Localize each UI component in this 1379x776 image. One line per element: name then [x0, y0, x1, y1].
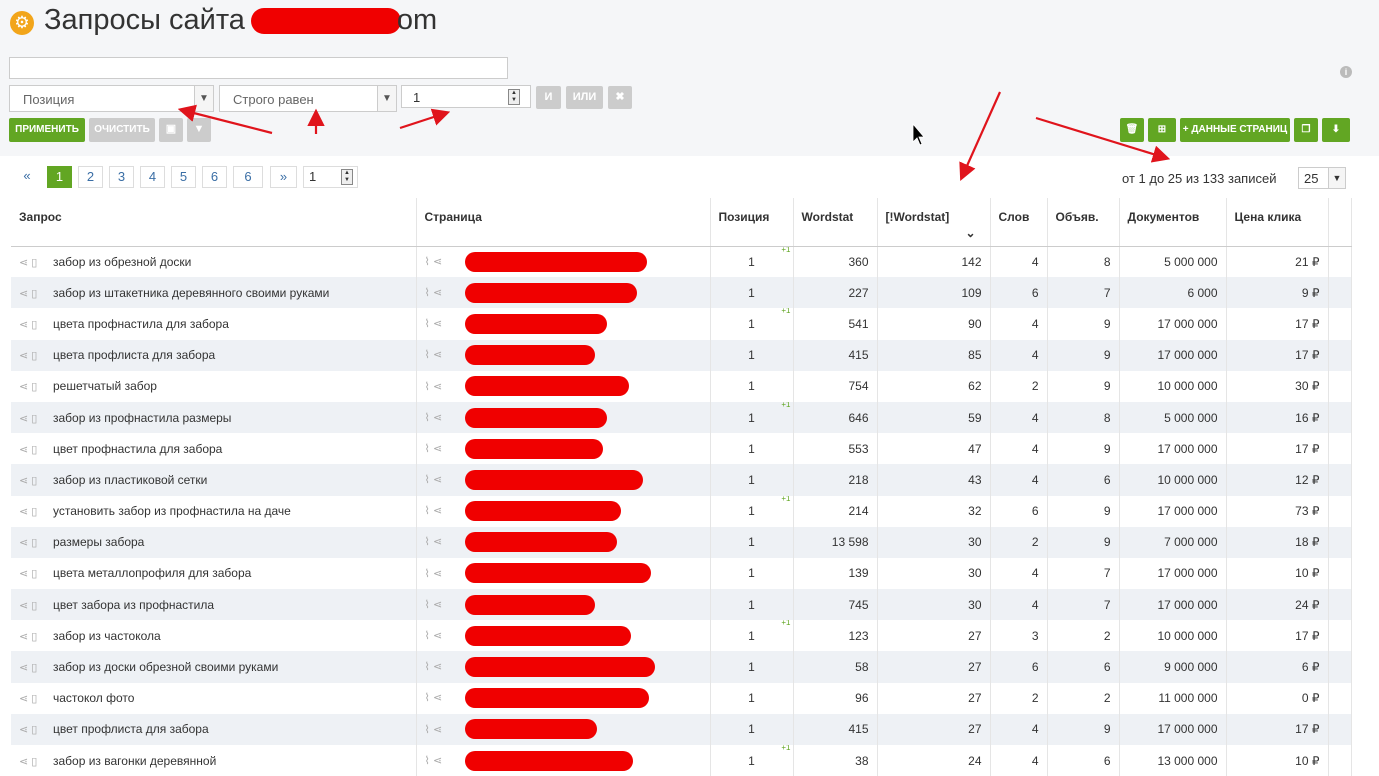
arrow: [399, 108, 451, 130]
mouse-cursor-icon: [912, 122, 925, 146]
arrow: [177, 104, 273, 135]
arrow: [959, 91, 1002, 182]
arrow: [1035, 116, 1171, 163]
annotation-arrows: [177, 91, 1171, 182]
